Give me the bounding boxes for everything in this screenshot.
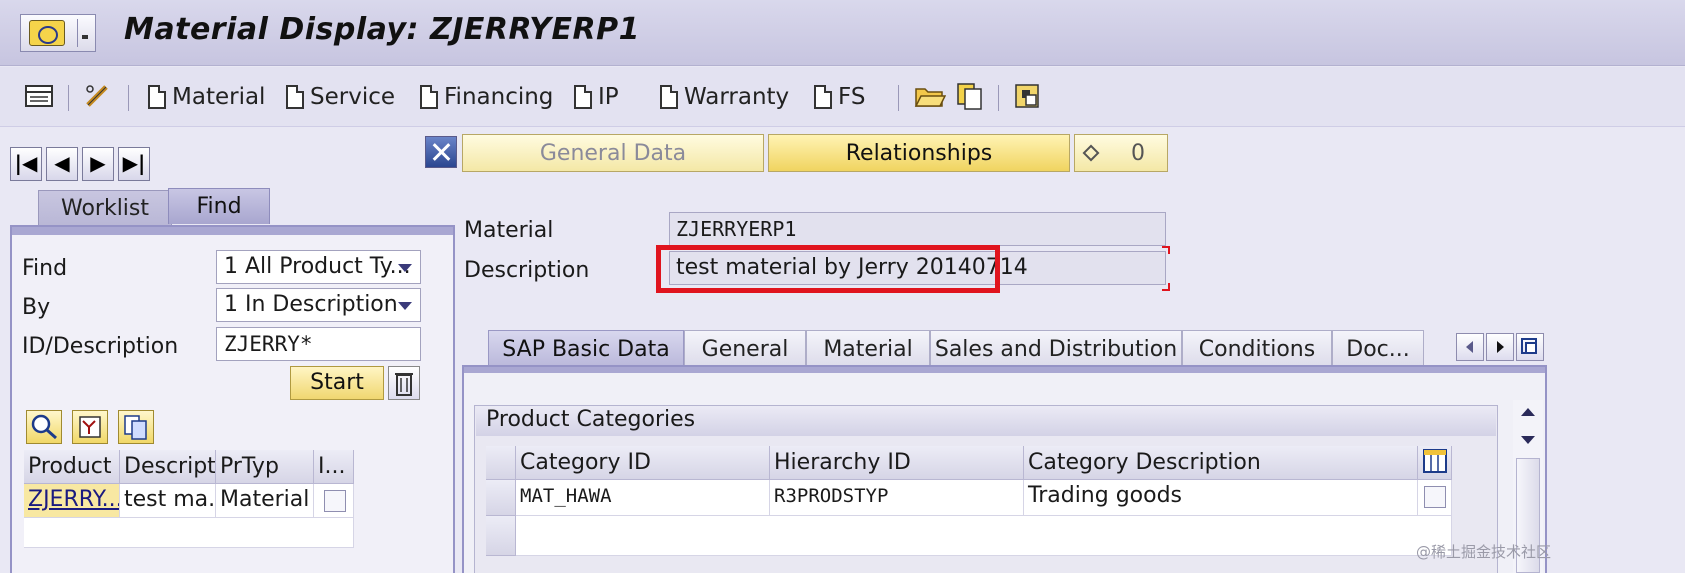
chevron-down-icon[interactable] — [77, 19, 93, 47]
scroll-up-icon[interactable] — [1516, 400, 1540, 424]
category-id-cell: MAT_HAWA — [516, 480, 770, 516]
sap-logo-icon — [29, 20, 65, 46]
result-indicator-checkbox[interactable] — [324, 490, 346, 512]
row-selector[interactable] — [486, 480, 516, 516]
window-title: Material Display: ZJERRYERP1 — [124, 12, 640, 47]
column-header-category-id[interactable]: Category ID — [516, 446, 770, 480]
scroll-down-icon[interactable] — [1516, 428, 1540, 452]
material-label: Material — [464, 218, 554, 243]
tab-worklist[interactable]: Worklist — [38, 190, 172, 226]
relationships-button[interactable]: Relationships — [768, 134, 1070, 172]
column-header-product[interactable]: Product — [24, 450, 120, 484]
count-value: 0 — [1131, 140, 1145, 166]
highlight-corner — [1162, 283, 1170, 291]
document-icon — [148, 85, 166, 109]
tab-scroll-left-icon[interactable] — [1456, 333, 1484, 361]
warranty-button[interactable]: Warranty — [660, 81, 789, 113]
row-selector[interactable] — [486, 516, 516, 556]
search-details-icon[interactable] — [26, 410, 62, 444]
tab-scroll-right-icon[interactable] — [1486, 333, 1514, 361]
chevron-down-icon — [398, 302, 412, 310]
first-record-button[interactable]: |◀ — [10, 147, 42, 181]
column-header-hierarchy-id[interactable]: Hierarchy ID — [770, 446, 1024, 480]
copy-icon[interactable] — [954, 81, 986, 111]
tab-list-icon[interactable] — [1516, 333, 1544, 361]
empty-row — [24, 518, 354, 548]
filter-icon[interactable] — [72, 410, 108, 444]
result-product-type: Material — [216, 484, 314, 518]
column-header-indicator[interactable]: I... — [314, 450, 354, 484]
last-record-button[interactable]: ▶| — [118, 147, 150, 181]
document-icon — [574, 85, 592, 109]
id-description-input[interactable]: ZJERRY* — [216, 327, 421, 361]
empty-row — [516, 516, 1452, 556]
ip-button[interactable]: IP — [574, 81, 619, 113]
tab-sap-basic-data[interactable]: SAP Basic Data — [488, 330, 684, 368]
column-header-product-type[interactable]: PrTyp — [216, 450, 314, 484]
find-label: Find — [22, 256, 68, 281]
open-folder-icon[interactable] — [914, 81, 946, 111]
find-type-select[interactable]: 1 All Product Ty... — [216, 250, 421, 284]
find-by-select[interactable]: 1 In Description — [216, 288, 421, 322]
material-button[interactable]: Material — [148, 81, 265, 113]
highlight-box — [656, 245, 1000, 293]
product-categories-title: Product Categories — [476, 406, 1496, 436]
general-data-button[interactable]: General Data — [462, 134, 764, 172]
highlight-corner — [1162, 246, 1170, 254]
trash-icon[interactable] — [388, 366, 420, 400]
display-list-icon[interactable] — [24, 81, 56, 111]
document-icon — [660, 85, 678, 109]
by-label: By — [22, 295, 51, 320]
category-description-cell: Trading goods — [1024, 480, 1418, 516]
financing-button[interactable]: Financing — [420, 81, 553, 113]
count-button[interactable]: 0 — [1074, 134, 1168, 172]
chevron-down-icon — [398, 264, 412, 272]
system-menu-button[interactable] — [20, 14, 96, 52]
column-settings-icon[interactable] — [1422, 446, 1450, 476]
column-header-category-description[interactable]: Category Description — [1024, 446, 1418, 480]
fs-button[interactable]: FS — [814, 81, 865, 113]
next-record-button[interactable]: ▶ — [82, 147, 114, 181]
copy-icon[interactable] — [118, 410, 154, 444]
previous-record-button[interactable]: ◀ — [46, 147, 78, 181]
material-field: ZJERRYERP1 — [669, 212, 1166, 246]
tab-documents[interactable]: Doc... — [1332, 330, 1424, 368]
application-toolbar: Material Service Financing IP Warranty F… — [0, 67, 1685, 127]
id-description-label: ID/Description — [22, 334, 179, 359]
edit-pencil-icon[interactable] — [82, 81, 114, 111]
service-button[interactable]: Service — [286, 81, 395, 113]
settings-icon[interactable] — [1012, 81, 1044, 111]
hierarchy-id-cell: R3PRODSTYP — [770, 480, 1024, 516]
row-checkbox[interactable] — [1424, 486, 1446, 508]
column-settings-cell — [1418, 446, 1452, 480]
result-product-link[interactable]: ZJERRY... — [24, 484, 120, 518]
tab-general[interactable]: General — [684, 330, 806, 368]
close-icon[interactable] — [425, 136, 457, 168]
document-icon — [286, 85, 304, 109]
row-selector-header — [486, 446, 516, 480]
description-label: Description — [464, 258, 590, 283]
tab-material[interactable]: Material — [806, 330, 930, 368]
diamond-icon — [1082, 144, 1100, 162]
tab-find[interactable]: Find — [168, 188, 270, 224]
column-header-description[interactable]: Descriptn — [120, 450, 216, 484]
result-description: test ma... — [120, 484, 216, 518]
document-icon — [420, 85, 438, 109]
document-icon — [814, 85, 832, 109]
tab-conditions[interactable]: Conditions — [1182, 330, 1332, 368]
watermark-text: @稀土掘金技术社区 — [1416, 543, 1552, 561]
start-button[interactable]: Start — [290, 366, 384, 400]
tab-sales-and-distribution[interactable]: Sales and Distribution — [930, 330, 1182, 368]
